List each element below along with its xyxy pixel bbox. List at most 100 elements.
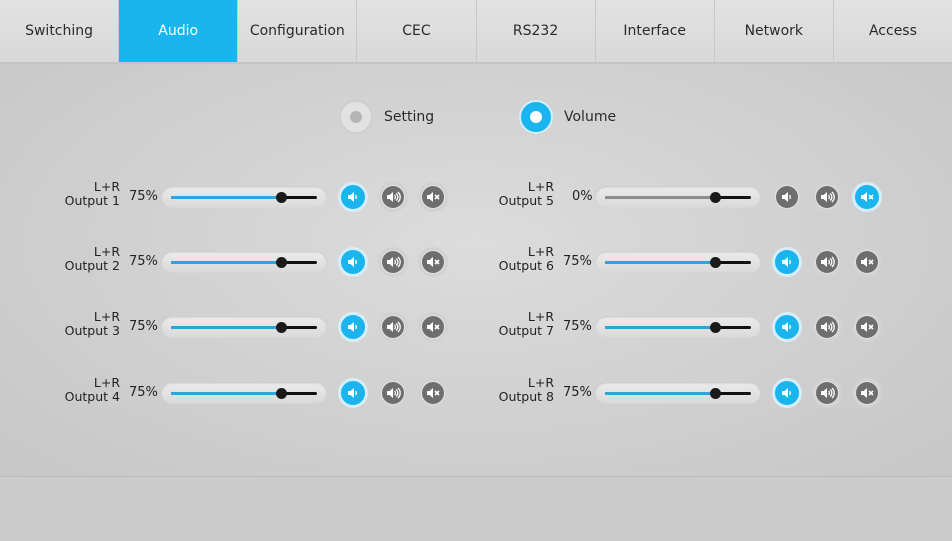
- volume-low-icon: [776, 251, 798, 273]
- setting-radio[interactable]: Setting: [339, 100, 434, 134]
- slider-fill: [605, 196, 715, 199]
- volume-high-button[interactable]: [812, 247, 842, 277]
- volume-slider[interactable]: [595, 382, 761, 404]
- channel-label: L+R: [93, 309, 120, 324]
- slider-knob[interactable]: [276, 322, 287, 333]
- mute-icon: [856, 186, 878, 208]
- output-row: L+R Output 8 75%: [484, 373, 894, 413]
- tab-access[interactable]: Access: [833, 0, 952, 62]
- volume-low-button[interactable]: [772, 247, 802, 277]
- slider-fill: [171, 261, 281, 264]
- volume-high-icon: [382, 186, 404, 208]
- mute-button[interactable]: [418, 312, 448, 342]
- output-label: L+R Output 3: [50, 310, 120, 338]
- tab-switching[interactable]: Switching: [0, 0, 120, 62]
- volume-low-button[interactable]: [338, 312, 368, 342]
- volume-low-button[interactable]: [338, 247, 368, 277]
- tab-audio[interactable]: Audio: [119, 0, 239, 62]
- tab-network[interactable]: Network: [714, 0, 834, 62]
- volume-high-button[interactable]: [812, 182, 842, 212]
- slider-knob[interactable]: [710, 192, 721, 203]
- volume-slider[interactable]: [595, 251, 761, 273]
- output-row: L+R Output 6 75%: [484, 242, 894, 282]
- tab-cec[interactable]: CEC: [357, 0, 477, 62]
- footer-band: [0, 477, 952, 541]
- slider-knob[interactable]: [276, 192, 287, 203]
- mute-button[interactable]: [418, 378, 448, 408]
- volume-high-icon: [382, 382, 404, 404]
- mute-button[interactable]: [418, 247, 448, 277]
- tab-bar: Switching Audio Configuration CEC RS232 …: [0, 0, 952, 64]
- mute-button[interactable]: [852, 182, 882, 212]
- tab-rs232[interactable]: RS232: [476, 0, 596, 62]
- output-label: L+R Output 2: [50, 245, 120, 273]
- volume-high-icon: [816, 251, 838, 273]
- channel-label: L+R: [527, 244, 554, 259]
- slider-knob[interactable]: [710, 322, 721, 333]
- volume-slider[interactable]: [595, 316, 761, 338]
- channel-label: L+R: [527, 375, 554, 390]
- volume-high-icon: [816, 186, 838, 208]
- mute-icon: [422, 316, 444, 338]
- volume-low-button[interactable]: [338, 182, 368, 212]
- mute-button[interactable]: [852, 247, 882, 277]
- volume-value: 75%: [129, 385, 158, 400]
- volume-slider[interactable]: [595, 186, 761, 208]
- volume-low-button[interactable]: [338, 378, 368, 408]
- volume-high-icon: [382, 316, 404, 338]
- volume-low-button[interactable]: [772, 312, 802, 342]
- radio-unselected-icon: [339, 100, 373, 134]
- volume-low-icon: [342, 316, 364, 338]
- tab-configuration[interactable]: Configuration: [238, 0, 358, 62]
- mute-button[interactable]: [852, 378, 882, 408]
- slider-fill: [171, 196, 281, 199]
- volume-high-button[interactable]: [378, 247, 408, 277]
- volume-high-button[interactable]: [378, 378, 408, 408]
- volume-low-icon: [776, 186, 798, 208]
- volume-low-icon: [776, 382, 798, 404]
- setting-label: Setting: [384, 109, 435, 125]
- mute-icon: [422, 186, 444, 208]
- mute-icon: [856, 251, 878, 273]
- volume-radio[interactable]: Volume: [519, 100, 616, 134]
- volume-slider[interactable]: [161, 251, 327, 273]
- slider-fill: [605, 392, 715, 395]
- volume-value: 75%: [563, 254, 592, 269]
- output-row: L+R Output 3 75%: [50, 307, 460, 347]
- volume-slider[interactable]: [161, 382, 327, 404]
- output-row: L+R Output 1 75%: [50, 177, 460, 217]
- volume-low-icon: [776, 316, 798, 338]
- volume-value: 75%: [129, 319, 158, 334]
- channel-label: L+R: [93, 179, 120, 194]
- mute-button[interactable]: [418, 182, 448, 212]
- volume-high-button[interactable]: [378, 182, 408, 212]
- slider-knob[interactable]: [276, 257, 287, 268]
- slider-fill: [605, 326, 715, 329]
- volume-slider[interactable]: [161, 316, 327, 338]
- volume-low-button[interactable]: [772, 182, 802, 212]
- volume-value: 0%: [572, 189, 593, 204]
- volume-value: 75%: [563, 385, 592, 400]
- slider-knob[interactable]: [276, 388, 287, 399]
- channel-label: L+R: [527, 179, 554, 194]
- slider-knob[interactable]: [710, 388, 721, 399]
- output-label: L+R Output 1: [50, 180, 120, 208]
- volume-high-button[interactable]: [812, 378, 842, 408]
- volume-high-icon: [382, 251, 404, 273]
- slider-fill: [171, 326, 281, 329]
- output-name: Output 3: [64, 323, 120, 338]
- volume-high-icon: [816, 382, 838, 404]
- volume-high-button[interactable]: [812, 312, 842, 342]
- slider-knob[interactable]: [710, 257, 721, 268]
- channel-label: L+R: [93, 244, 120, 259]
- mute-icon: [856, 316, 878, 338]
- slider-fill: [605, 261, 715, 264]
- output-label: L+R Output 5: [484, 180, 554, 208]
- volume-low-button[interactable]: [772, 378, 802, 408]
- tab-interface[interactable]: Interface: [595, 0, 715, 62]
- volume-high-button[interactable]: [378, 312, 408, 342]
- volume-slider[interactable]: [161, 186, 327, 208]
- mute-button[interactable]: [852, 312, 882, 342]
- output-name: Output 7: [498, 323, 554, 338]
- volume-high-icon: [816, 316, 838, 338]
